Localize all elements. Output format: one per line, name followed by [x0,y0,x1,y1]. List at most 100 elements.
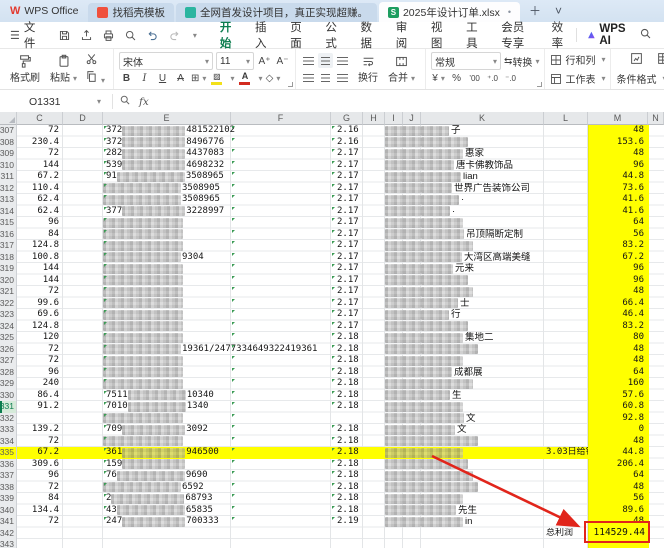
cell-G309[interactable]: 2.17 [331,148,363,160]
cell-D336[interactable] [63,459,103,471]
search-icon[interactable] [639,27,652,43]
cell-H308[interactable] [363,137,385,149]
cell-K312[interactable]: 世界广告装饰公司 [421,183,544,195]
cell-C334[interactable]: 72 [17,436,63,448]
cell-K336[interactable] [421,459,544,471]
cell-H310[interactable] [363,160,385,172]
cell-N334[interactable] [648,436,664,448]
cell-M338[interactable]: 48 [588,482,648,494]
cell-H330[interactable] [363,390,385,402]
column-header-F[interactable]: F [231,112,331,125]
cell-G319[interactable]: 2.17 [331,263,363,275]
cell-I342[interactable] [385,528,421,540]
cell-C328[interactable]: 96 [17,367,63,379]
align-left-button[interactable] [301,70,316,85]
row-header-308[interactable]: 308 [0,137,17,149]
cell-N309[interactable] [648,148,664,160]
cell-F343[interactable] [231,539,331,548]
cell-E325[interactable] [103,332,231,344]
cell-N338[interactable] [648,482,664,494]
column-header-H[interactable]: H [363,112,385,125]
cell-I331[interactable] [385,401,421,413]
cell-K310[interactable]: 唐卡佛教饰品 [421,160,544,172]
cell-D316[interactable] [63,229,103,241]
cell-D342[interactable] [63,528,103,540]
cell-L310[interactable] [544,160,588,172]
cell-K330[interactable]: 生 [421,390,544,402]
cell-H332[interactable] [363,413,385,425]
cell-E317[interactable] [103,240,231,252]
cell-L309[interactable] [544,148,588,160]
cell-F311[interactable] [231,171,331,183]
cell-F314[interactable] [231,206,331,218]
row-header-335[interactable]: 335 [0,447,17,459]
copy-button[interactable]: ▾ [85,70,105,86]
row-header-309[interactable]: 309 [0,148,17,160]
cell-G324[interactable]: 2.17 [331,321,363,333]
cell-F338[interactable] [231,482,331,494]
cut-button[interactable] [85,52,105,68]
paste-button[interactable]: 粘贴▾ [45,53,82,85]
cell-G312[interactable]: 2.17 [331,183,363,195]
name-box[interactable]: O1331 ▾ [24,92,106,111]
cell-N336[interactable] [648,459,664,471]
cell-L318[interactable] [544,252,588,264]
cell-F322[interactable] [231,298,331,310]
cell-L321[interactable] [544,286,588,298]
cell-L330[interactable] [544,390,588,402]
cell-L332[interactable] [544,413,588,425]
cell-G317[interactable]: 2.17 [331,240,363,252]
cell-M320[interactable]: 96 [588,275,648,287]
cell-L314[interactable] [544,206,588,218]
cell-H338[interactable] [363,482,385,494]
borders-button[interactable]: ⊞▾ [191,71,206,86]
cell-D343[interactable] [63,539,103,548]
align-bottom-button[interactable] [335,53,350,68]
cell-H314[interactable] [363,206,385,218]
cell-D331[interactable] [63,401,103,413]
cell-F334[interactable] [231,436,331,448]
cell-I321[interactable] [385,286,421,298]
cell-N333[interactable] [648,424,664,436]
cell-M318[interactable]: 67.2 [588,252,648,264]
cell-F315[interactable] [231,217,331,229]
cell-F319[interactable] [231,263,331,275]
row-header-312[interactable]: 312 [0,183,17,195]
cell-H336[interactable] [363,459,385,471]
cell-F323[interactable] [231,309,331,321]
row-header-311[interactable]: 311 [0,171,17,183]
cell-F309[interactable] [231,148,331,160]
cell-H341[interactable] [363,516,385,528]
cell-N332[interactable] [648,413,664,425]
cell-F335[interactable] [231,447,331,459]
cell-D324[interactable] [63,321,103,333]
bold-button[interactable]: B [119,71,134,86]
cell-E310[interactable]: 5394698232 [103,160,231,172]
cell-C326[interactable]: 72 [17,344,63,356]
cell-C309[interactable]: 72 [17,148,63,160]
column-header-N[interactable]: N [648,112,664,125]
cell-C322[interactable]: 99.6 [17,298,63,310]
cell-C307[interactable]: 72 [17,125,63,137]
cell-M316[interactable]: 56 [588,229,648,241]
cell-H309[interactable] [363,148,385,160]
cell-M319[interactable]: 96 [588,263,648,275]
cell-D313[interactable] [63,194,103,206]
column-header-K[interactable]: K [421,112,544,125]
cell-E326[interactable]: 19361/2477334649322419361 [103,344,231,356]
cell-K311[interactable]: lian [421,171,544,183]
column-header-I[interactable]: I [385,112,403,125]
row-header-310[interactable]: 310 [0,160,17,172]
cell-I307[interactable] [385,125,421,137]
cell-E328[interactable] [103,367,231,379]
cell-C312[interactable]: 110.4 [17,183,63,195]
cell-F324[interactable] [231,321,331,333]
cell-K333[interactable]: 文 [421,424,544,436]
wrap-text-button[interactable]: 换行 [353,54,383,85]
cell-C316[interactable]: 84 [17,229,63,241]
cell-N315[interactable] [648,217,664,229]
row-header-323[interactable]: 323 [0,309,17,321]
cell-M322[interactable]: 66.4 [588,298,648,310]
cell-E315[interactable] [103,217,231,229]
cell-M323[interactable]: 46.4 [588,309,648,321]
